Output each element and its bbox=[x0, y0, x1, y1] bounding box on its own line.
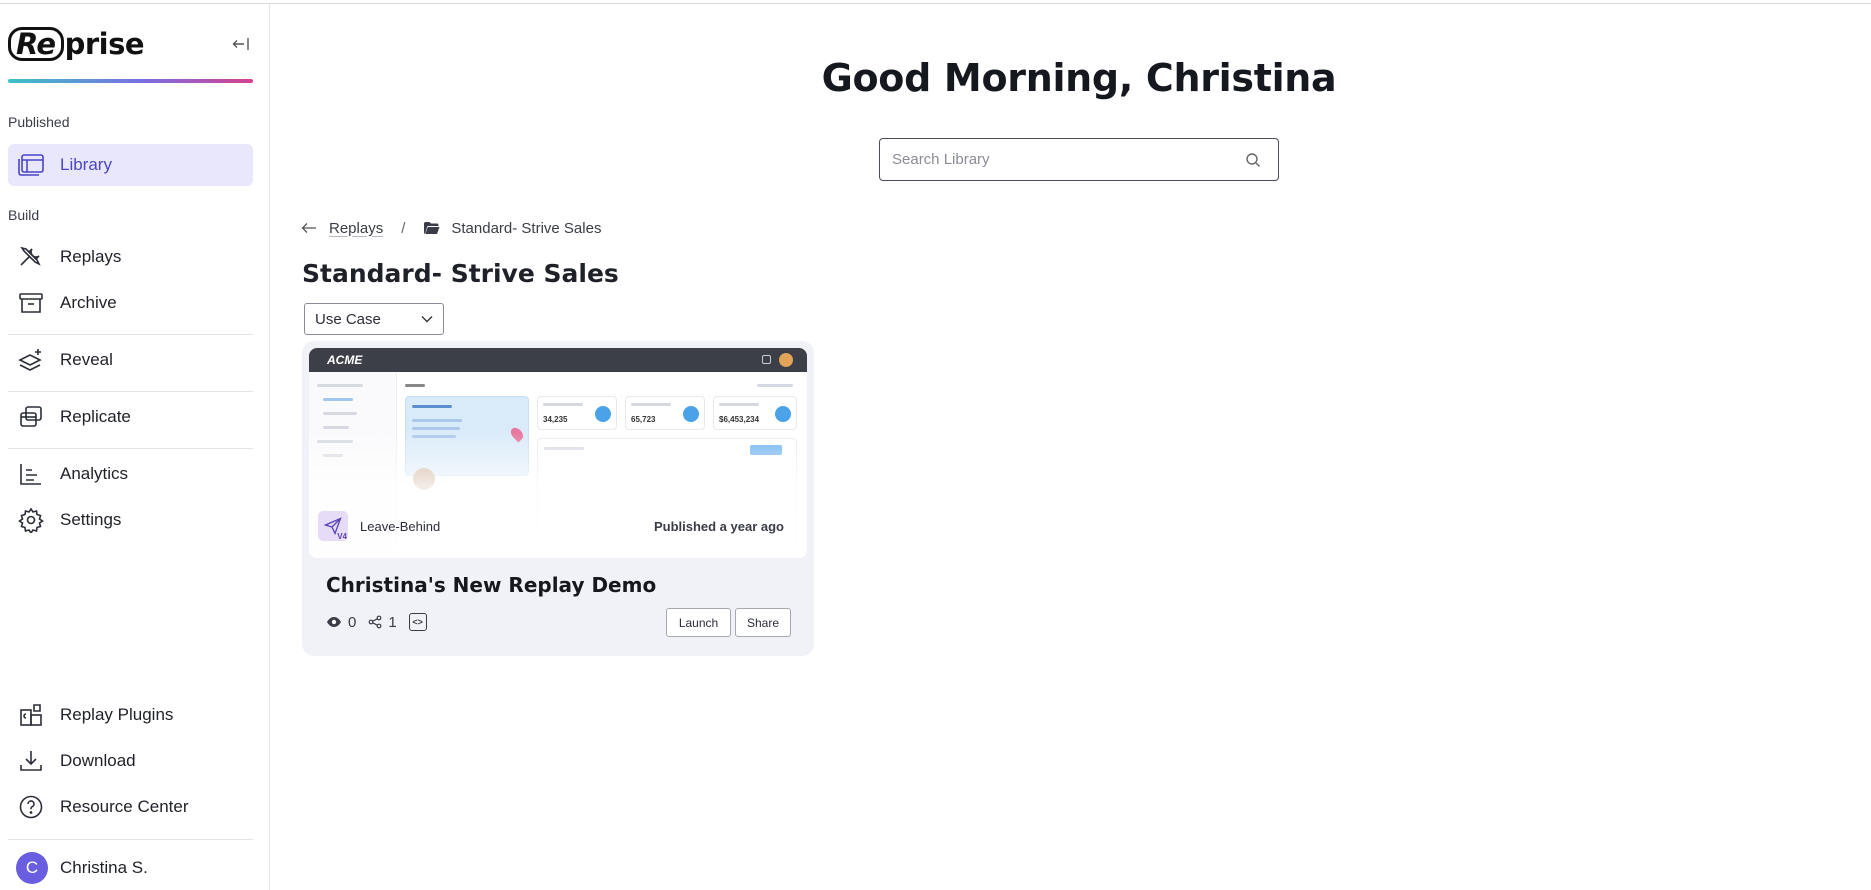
share-nodes-icon bbox=[368, 615, 382, 629]
embed-code-icon[interactable]: <> bbox=[408, 613, 427, 631]
sidebar-item-label: Resource Center bbox=[60, 797, 189, 816]
layers-sparkle-icon bbox=[17, 346, 45, 374]
share-button[interactable]: Share bbox=[735, 608, 791, 637]
filter-selected-value: Use Case bbox=[315, 310, 381, 328]
page-greeting: Good Morning, Christina bbox=[821, 56, 1337, 100]
launch-button[interactable]: Launch bbox=[666, 608, 731, 637]
sidebar-divider bbox=[8, 448, 253, 449]
shares-count: 1 bbox=[388, 613, 397, 631]
archive-icon bbox=[17, 289, 45, 317]
sidebar-item-label: Download bbox=[60, 751, 136, 770]
search-box bbox=[879, 138, 1279, 181]
sidebar-divider bbox=[8, 334, 253, 335]
sidebar-item-label: Library bbox=[60, 155, 112, 174]
sidebar-item-label: Replays bbox=[60, 247, 122, 266]
bar-chart-icon bbox=[17, 460, 45, 488]
main-content: Good Morning, Christina Replays / Standa… bbox=[271, 4, 1871, 890]
sidebar-item-replays[interactable]: Replays bbox=[8, 236, 253, 278]
breadcrumb: Replays / Standard- Strive Sales bbox=[301, 216, 601, 240]
thumbnail-topbar: ACME bbox=[309, 348, 807, 372]
replay-card[interactable]: ACME 34,235 65,723 $6,453,234 V4 Leave-B… bbox=[302, 341, 814, 656]
library-icon bbox=[17, 151, 45, 179]
folder-open-icon bbox=[423, 221, 441, 235]
logo-boxed-text: Re bbox=[8, 27, 64, 61]
sidebar-item-label: Replay Plugins bbox=[60, 705, 174, 724]
section-label-build: Build bbox=[8, 207, 40, 223]
paper-plane-icon: V4 bbox=[318, 511, 348, 541]
sidebar-item-download[interactable]: Download bbox=[8, 740, 253, 782]
sidebar-item-archive[interactable]: Archive bbox=[8, 282, 253, 324]
brand-gradient-divider bbox=[8, 79, 253, 83]
chevron-down-icon bbox=[421, 316, 433, 323]
search-input[interactable] bbox=[880, 139, 1242, 180]
avatar: C bbox=[16, 852, 48, 884]
back-arrow-icon[interactable] bbox=[301, 222, 321, 234]
sidebar-item-label: Reveal bbox=[60, 350, 113, 369]
sidebar-item-analytics[interactable]: Analytics bbox=[8, 453, 253, 495]
user-name: Christina S. bbox=[60, 858, 148, 877]
replay-type-label: Leave-Behind bbox=[360, 518, 441, 534]
thumbnail-brand: ACME bbox=[327, 353, 363, 367]
user-profile-button[interactable]: C Christina S. bbox=[8, 851, 253, 885]
sidebar-item-label: Settings bbox=[60, 510, 122, 529]
thumbnail-stat-card: 65,723 bbox=[625, 396, 705, 430]
copy-windows-icon bbox=[17, 403, 45, 431]
collapse-sidebar-button[interactable] bbox=[228, 32, 254, 56]
breadcrumb-separator: / bbox=[401, 219, 406, 237]
replay-stats: 0 1 <> bbox=[326, 612, 427, 632]
section-label-published: Published bbox=[8, 114, 70, 130]
logo-row: Re prise bbox=[8, 24, 254, 64]
breadcrumb-current: Standard- Strive Sales bbox=[451, 219, 602, 237]
views-count: 0 bbox=[348, 613, 357, 631]
eye-icon bbox=[326, 616, 342, 628]
logo-text: prise bbox=[64, 27, 145, 61]
sidebar-item-library[interactable]: Library bbox=[8, 144, 253, 186]
use-case-filter-select[interactable]: Use Case bbox=[304, 303, 444, 335]
search-icon[interactable] bbox=[1242, 149, 1264, 171]
sidebar-item-label: Archive bbox=[60, 293, 117, 312]
thumbnail-stat-card: $6,453,234 bbox=[713, 396, 797, 430]
thumbnail-meta-row: V4 Leave-Behind Published a year ago bbox=[318, 511, 784, 541]
reprise-logo[interactable]: Re prise bbox=[8, 24, 145, 64]
version-badge: V4 bbox=[337, 532, 347, 541]
thumbnail-avatar bbox=[779, 353, 793, 367]
folder-title: Standard- Strive Sales bbox=[302, 259, 619, 288]
thumbnail-bell-icon bbox=[762, 355, 771, 364]
sidebar-item-resource-center[interactable]: Resource Center bbox=[8, 786, 253, 828]
sidebar-item-replicate[interactable]: Replicate bbox=[8, 396, 253, 438]
help-circle-icon bbox=[17, 793, 45, 821]
tools-icon bbox=[17, 243, 45, 271]
sidebar-item-label: Analytics bbox=[60, 464, 129, 483]
gear-icon bbox=[17, 506, 45, 534]
sidebar-divider bbox=[8, 839, 253, 840]
sidebar: Re prise Published Library Build Replays … bbox=[0, 4, 270, 890]
sidebar-item-replay-plugins[interactable]: Replay Plugins bbox=[8, 694, 253, 736]
collapse-left-icon bbox=[232, 38, 249, 50]
puzzle-icon bbox=[17, 701, 45, 729]
sidebar-divider bbox=[8, 391, 253, 392]
replay-title[interactable]: Christina's New Replay Demo bbox=[326, 573, 656, 597]
sidebar-item-reveal[interactable]: Reveal bbox=[8, 339, 253, 381]
thumbnail-stat-card: 34,235 bbox=[537, 396, 617, 430]
breadcrumb-link-replays[interactable]: Replays bbox=[329, 220, 383, 237]
published-status: Published a year ago bbox=[653, 518, 784, 534]
sidebar-item-settings[interactable]: Settings bbox=[8, 499, 253, 541]
download-icon bbox=[17, 747, 45, 775]
sidebar-item-label: Replicate bbox=[60, 407, 131, 426]
